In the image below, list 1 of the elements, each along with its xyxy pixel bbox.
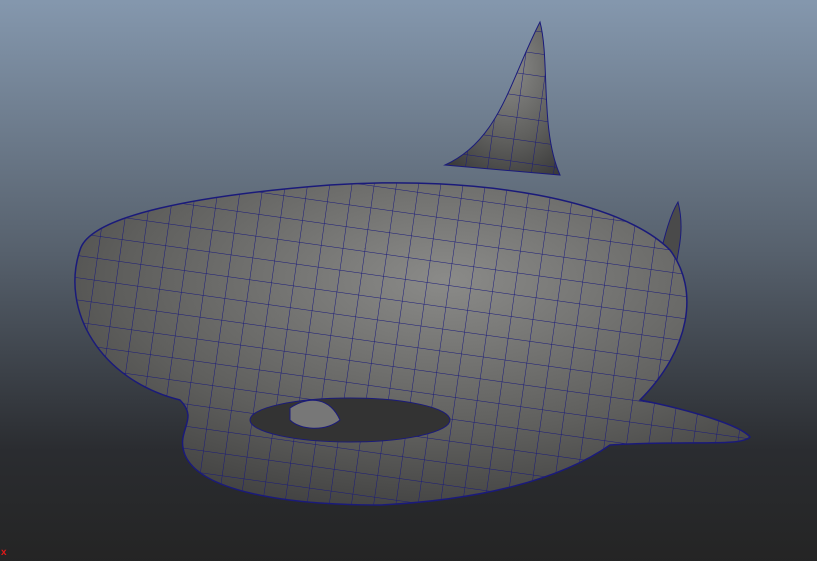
axis-label: x xyxy=(1,548,7,558)
